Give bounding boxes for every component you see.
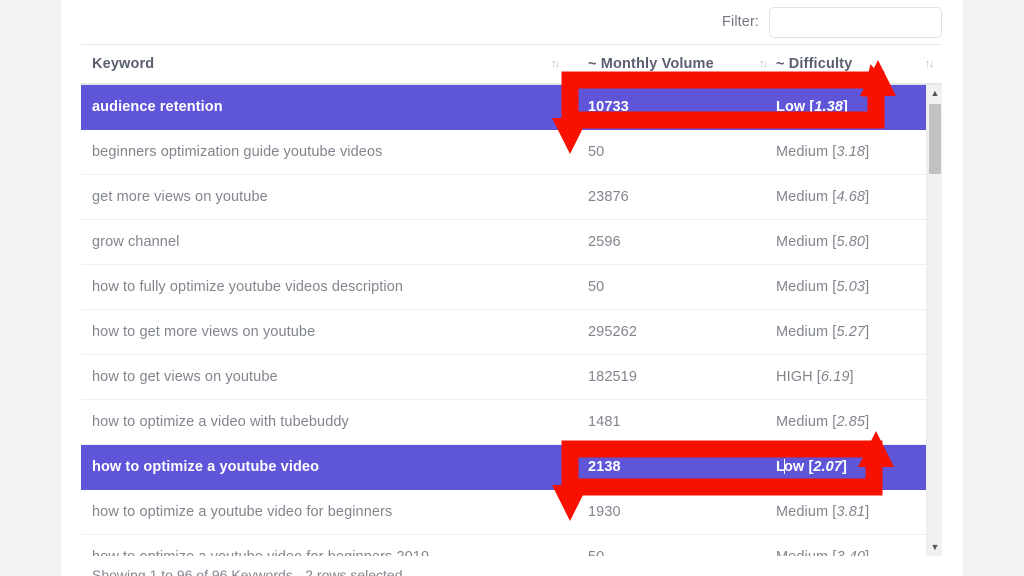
table-row[interactable]: how to optimize a youtube video for begi… bbox=[81, 490, 926, 535]
cell-monthly-volume: 10733 bbox=[568, 99, 776, 115]
table-row[interactable]: grow channel2596Medium [5.80] bbox=[81, 220, 926, 265]
cell-difficulty: HIGH [6.19] bbox=[776, 369, 926, 385]
table-row[interactable]: get more views on youtube23876Medium [4.… bbox=[81, 175, 926, 220]
sort-toggle-icon[interactable]: ↑↓ bbox=[551, 59, 558, 70]
table-row[interactable]: how to optimize a youtube video for begi… bbox=[81, 535, 926, 556]
difficulty-label: Medium bbox=[776, 504, 828, 520]
table-row[interactable]: audience retention10733Low [1.38] bbox=[81, 85, 926, 130]
cell-difficulty: Medium [3.81] bbox=[776, 504, 926, 520]
table-body: audience retention10733Low [1.38] beginne… bbox=[81, 85, 926, 556]
cell-monthly-volume: 23876 bbox=[568, 189, 776, 205]
keyword-explorer-card: Filter: Keyword ↑↓ ~ Monthly Volume ↑↓ ~… bbox=[61, 0, 963, 576]
table-row[interactable]: how to get more views on youtube295262Me… bbox=[81, 310, 926, 355]
cell-keyword: beginners optimization guide youtube vid… bbox=[81, 144, 568, 160]
difficulty-score: 3.40 bbox=[836, 549, 865, 556]
table-row[interactable]: how to fully optimize youtube videos des… bbox=[81, 265, 926, 310]
difficulty-label: Medium bbox=[776, 189, 828, 205]
table-info-caption: Showing 1 to 96 of 96 Keywords - 2 rows … bbox=[92, 567, 403, 576]
scroll-down-arrow-icon[interactable]: ▼ bbox=[927, 539, 942, 556]
difficulty-label: HIGH bbox=[776, 369, 813, 385]
difficulty-label: Medium bbox=[776, 279, 828, 295]
cell-keyword: audience retention bbox=[81, 99, 568, 115]
difficulty-score: 6.19 bbox=[821, 369, 850, 385]
column-header-monthly-volume[interactable]: ~ Monthly Volume ↑↓ bbox=[568, 56, 776, 72]
cell-difficulty: Medium [5.27] bbox=[776, 324, 926, 340]
screenshot-root: Filter: Keyword ↑↓ ~ Monthly Volume ↑↓ ~… bbox=[0, 0, 1024, 576]
cell-difficulty: Low [1.38] bbox=[776, 99, 926, 115]
cell-difficulty: Medium [5.03] bbox=[776, 279, 926, 295]
filter-control: Filter: bbox=[722, 0, 942, 44]
cell-difficulty: Medium [5.80] bbox=[776, 234, 926, 250]
cell-monthly-volume: 295262 bbox=[568, 324, 776, 340]
table-header-row: Keyword ↑↓ ~ Monthly Volume ↑↓ ~ Difficu… bbox=[81, 44, 942, 85]
cell-keyword: how to optimize a youtube video for begi… bbox=[81, 504, 568, 520]
scrollbar-thumb[interactable] bbox=[929, 104, 941, 174]
difficulty-score: 2.07 bbox=[813, 459, 842, 475]
difficulty-label: Medium bbox=[776, 234, 828, 250]
cell-difficulty: Medium [3.40] bbox=[776, 549, 926, 556]
difficulty-score: 1.38 bbox=[814, 99, 843, 115]
cell-monthly-volume: 182519 bbox=[568, 369, 776, 385]
filter-label: Filter: bbox=[722, 14, 759, 30]
filter-input[interactable] bbox=[769, 7, 942, 38]
table-row[interactable]: how to get views on youtube182519HIGH [6… bbox=[81, 355, 926, 400]
column-header-difficulty[interactable]: ~ Difficulty ↑↓ bbox=[776, 56, 942, 72]
cell-monthly-volume: 50 bbox=[568, 549, 776, 556]
text-cursor bbox=[784, 459, 785, 474]
table-row[interactable]: how to optimize a video with tubebuddy14… bbox=[81, 400, 926, 445]
difficulty-label: Low bbox=[776, 459, 804, 475]
column-header-keyword[interactable]: Keyword ↑↓ bbox=[81, 56, 568, 72]
keywords-table: Keyword ↑↓ ~ Monthly Volume ↑↓ ~ Difficu… bbox=[81, 44, 942, 556]
cell-keyword: grow channel bbox=[81, 234, 568, 250]
cell-keyword: how to fully optimize youtube videos des… bbox=[81, 279, 568, 295]
cell-monthly-volume: 1930 bbox=[568, 504, 776, 520]
cell-keyword: get more views on youtube bbox=[81, 189, 568, 205]
cell-difficulty: Medium [4.68] bbox=[776, 189, 926, 205]
scroll-up-arrow-icon[interactable]: ▲ bbox=[927, 85, 942, 102]
column-header-monthly-volume-label: ~ Monthly Volume bbox=[588, 56, 714, 72]
cell-keyword: how to optimize a youtube video bbox=[81, 459, 568, 475]
difficulty-score: 3.18 bbox=[836, 144, 865, 160]
difficulty-score: 5.27 bbox=[836, 324, 865, 340]
difficulty-score: 4.68 bbox=[836, 189, 865, 205]
cell-difficulty: Low [2.07] bbox=[776, 459, 926, 475]
difficulty-score: 2.85 bbox=[836, 414, 865, 430]
cell-monthly-volume: 50 bbox=[568, 279, 776, 295]
cell-keyword: how to optimize a video with tubebuddy bbox=[81, 414, 568, 430]
table-vertical-scrollbar[interactable]: ▲ ▼ bbox=[926, 85, 942, 556]
cell-monthly-volume: 2138 bbox=[568, 459, 776, 475]
difficulty-score: 3.81 bbox=[836, 504, 865, 520]
column-header-keyword-label: Keyword bbox=[92, 56, 154, 72]
difficulty-label: Medium bbox=[776, 549, 828, 556]
difficulty-score: 5.80 bbox=[836, 234, 865, 250]
cell-keyword: how to get more views on youtube bbox=[81, 324, 568, 340]
table-scroll-viewport: audience retention10733Low [1.38] beginne… bbox=[81, 85, 942, 556]
difficulty-label: Medium bbox=[776, 414, 828, 430]
cell-monthly-volume: 50 bbox=[568, 144, 776, 160]
cell-difficulty: Medium [3.18] bbox=[776, 144, 926, 160]
sort-toggle-icon[interactable]: ↑↓ bbox=[759, 59, 766, 70]
cell-difficulty: Medium [2.85] bbox=[776, 414, 926, 430]
table-row[interactable]: how to optimize a youtube video2138Low [… bbox=[81, 445, 926, 490]
cell-keyword: how to optimize a youtube video for begi… bbox=[81, 549, 568, 556]
column-header-difficulty-label: ~ Difficulty bbox=[776, 56, 852, 72]
sort-toggle-icon[interactable]: ↑↓ bbox=[925, 59, 932, 70]
cell-keyword: how to get views on youtube bbox=[81, 369, 568, 385]
difficulty-label: Low bbox=[776, 99, 805, 115]
table-row[interactable]: beginners optimization guide youtube vid… bbox=[81, 130, 926, 175]
difficulty-label: Medium bbox=[776, 144, 828, 160]
difficulty-label: Medium bbox=[776, 324, 828, 340]
difficulty-score: 5.03 bbox=[836, 279, 865, 295]
cell-monthly-volume: 1481 bbox=[568, 414, 776, 430]
cell-monthly-volume: 2596 bbox=[568, 234, 776, 250]
